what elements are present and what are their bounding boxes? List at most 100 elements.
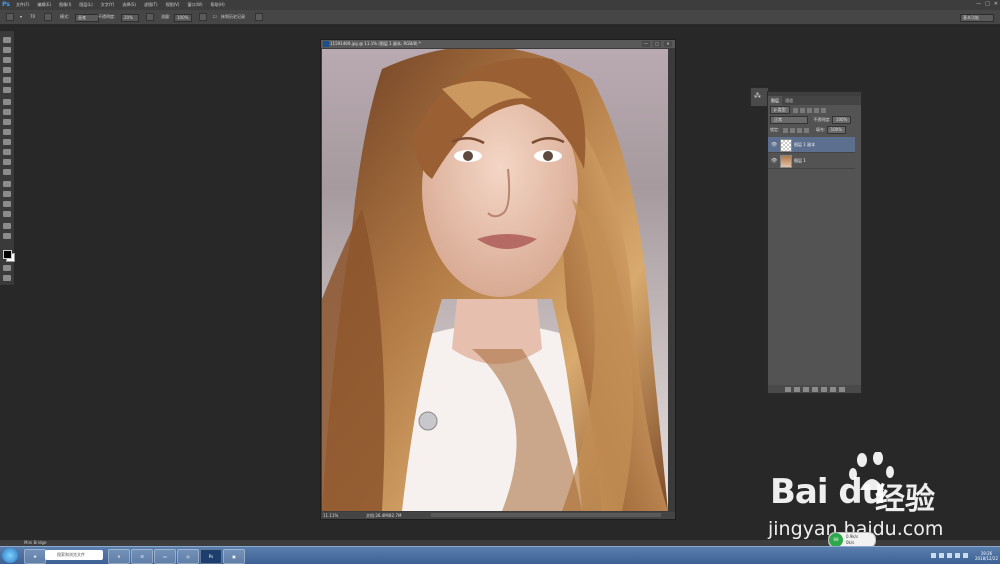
eraser-tool-icon[interactable] bbox=[3, 139, 11, 145]
layer-row-copy[interactable]: 👁 图层 1 副本 bbox=[768, 137, 855, 153]
tools-panel bbox=[0, 31, 15, 285]
taskbar-chat-icon[interactable]: ☰ bbox=[131, 549, 153, 564]
brush-tool-icon[interactable] bbox=[3, 109, 11, 115]
system-tray: 19:26 2018/12/22 bbox=[930, 547, 998, 564]
volume-icon[interactable] bbox=[962, 553, 968, 558]
lock-icons[interactable] bbox=[781, 127, 809, 133]
foreground-color-swatch[interactable] bbox=[3, 250, 12, 259]
pen-tool-icon[interactable] bbox=[3, 181, 11, 187]
close-button[interactable]: ✕ bbox=[994, 1, 998, 7]
pressure-opacity-icon[interactable] bbox=[146, 13, 154, 21]
layers-footer-toolbar bbox=[768, 385, 861, 393]
document-size-info[interactable]: 文档:26.4M/82.7M bbox=[366, 513, 401, 519]
clone-stamp-tool-icon[interactable] bbox=[3, 119, 11, 125]
taskbar-folder-icon[interactable]: ▭ bbox=[154, 549, 176, 564]
dodge-tool-icon[interactable] bbox=[3, 169, 11, 175]
menu-layer[interactable]: 图层(L) bbox=[75, 2, 96, 8]
healing-brush-tool-icon[interactable] bbox=[3, 99, 11, 105]
tray-icon[interactable] bbox=[938, 553, 944, 558]
taskbar-window-icon[interactable]: ▣ bbox=[223, 549, 245, 564]
zoom-tool-icon[interactable] bbox=[3, 233, 11, 239]
opacity-label: 不透明度: bbox=[98, 14, 116, 19]
taskbar-browser-icon[interactable]: ◎ bbox=[177, 549, 199, 564]
brush-panel-icon[interactable] bbox=[44, 13, 52, 21]
shape-tool-icon[interactable] bbox=[3, 211, 11, 217]
history-brush-tool-icon-side[interactable] bbox=[3, 129, 11, 135]
hand-tool-icon[interactable] bbox=[3, 223, 11, 229]
doc-maximize-button[interactable]: □ bbox=[653, 41, 661, 47]
menu-select[interactable]: 选择(S) bbox=[118, 2, 140, 8]
erase-to-history-checkbox[interactable]: ☐ bbox=[213, 13, 217, 21]
workspace-select[interactable]: 基本功能 bbox=[960, 14, 994, 22]
tray-icon[interactable] bbox=[946, 553, 952, 558]
document-titlebar[interactable]: 11591469.jpg @ 11.1% (图层 1 副本, RGB/8) * … bbox=[321, 40, 675, 48]
lock-row: 锁定: 填充: 100% bbox=[770, 126, 859, 134]
doc-close-button[interactable]: ✕ bbox=[664, 41, 672, 47]
history-brush-tool-icon[interactable] bbox=[6, 13, 14, 21]
visibility-eye-icon[interactable]: 👁 bbox=[771, 158, 777, 164]
quick-select-tool-icon[interactable] bbox=[3, 67, 11, 73]
filter-icons bbox=[791, 107, 827, 113]
taskbar-clock[interactable]: 19:26 2018/12/22 bbox=[975, 551, 998, 561]
delete-layer-icon[interactable] bbox=[838, 386, 845, 392]
quick-mask-icon[interactable] bbox=[3, 265, 11, 271]
taskbar-search-box[interactable]: 搜索和浏览文件 bbox=[45, 550, 103, 560]
type-tool-icon[interactable] bbox=[3, 191, 11, 197]
doc-minimize-button[interactable]: — bbox=[642, 41, 650, 47]
opacity-input[interactable]: 20% bbox=[121, 14, 139, 22]
horizontal-scrollbar[interactable] bbox=[431, 513, 661, 517]
windows-taskbar: ❖ 搜索和浏览文件 e ☰ ▭ ◎ Ps ▣ 19:26 2018/12/22 bbox=[0, 546, 1000, 564]
link-layers-icon[interactable] bbox=[784, 386, 791, 392]
path-select-tool-icon[interactable] bbox=[3, 201, 11, 207]
menu-edit[interactable]: 编辑(E) bbox=[33, 2, 55, 8]
start-button[interactable] bbox=[2, 548, 18, 563]
screen-mode-icon[interactable] bbox=[3, 275, 11, 281]
menu-help[interactable]: 帮助(H) bbox=[207, 2, 229, 8]
vertical-scrollbar[interactable] bbox=[669, 49, 675, 511]
image-canvas[interactable] bbox=[322, 49, 668, 511]
menu-file[interactable]: 文件(F) bbox=[12, 2, 33, 8]
gradient-tool-icon[interactable] bbox=[3, 149, 11, 155]
taskbar-photoshop-icon[interactable]: Ps bbox=[200, 549, 222, 564]
move-tool-icon[interactable] bbox=[3, 37, 11, 43]
lasso-tool-icon[interactable] bbox=[3, 57, 11, 63]
airbrush-icon[interactable] bbox=[199, 13, 207, 21]
new-group-icon[interactable] bbox=[820, 386, 827, 392]
tray-icon[interactable] bbox=[954, 553, 960, 558]
menu-filter[interactable]: 滤镜(T) bbox=[140, 2, 162, 8]
maximize-button[interactable]: □ bbox=[985, 1, 990, 7]
brush-preset-picker[interactable]: ▾ bbox=[20, 13, 22, 21]
tab-layers[interactable]: 图层 bbox=[768, 96, 782, 105]
jingyan-text: 经验 bbox=[875, 482, 935, 517]
tray-icon[interactable] bbox=[930, 553, 936, 558]
marquee-tool-icon[interactable] bbox=[3, 47, 11, 53]
flow-input[interactable]: 100% bbox=[174, 14, 192, 22]
menu-window[interactable]: 窗口(W) bbox=[183, 2, 206, 8]
taskbar-app-icon[interactable]: ❖ bbox=[24, 549, 46, 564]
eyedropper-tool-icon[interactable] bbox=[3, 87, 11, 93]
crop-tool-icon[interactable] bbox=[3, 77, 11, 83]
layer-row-base[interactable]: 👁 图层 1 bbox=[768, 153, 855, 169]
baidu-logo-text: Bai du bbox=[770, 472, 886, 512]
taskbar-ie-icon[interactable]: e bbox=[108, 549, 130, 564]
tab-channels[interactable]: 通道 bbox=[782, 96, 796, 105]
layer-style-icon[interactable] bbox=[793, 386, 800, 392]
layer-fill-input[interactable]: 100% bbox=[826, 126, 846, 134]
blur-tool-icon[interactable] bbox=[3, 159, 11, 165]
adjustment-layer-icon[interactable] bbox=[811, 386, 818, 392]
pressure-size-icon[interactable] bbox=[255, 13, 263, 21]
mode-select[interactable]: 画笔 bbox=[75, 14, 99, 22]
visibility-eye-icon[interactable]: 👁 bbox=[771, 142, 777, 148]
mini-bridge-tab[interactable]: Mini Bridge bbox=[24, 540, 47, 545]
add-mask-icon[interactable] bbox=[802, 386, 809, 392]
zoom-level[interactable]: 11.11% bbox=[323, 513, 338, 518]
layer-opacity-input[interactable]: 100% bbox=[831, 116, 852, 124]
menu-type[interactable]: 文字(Y) bbox=[97, 2, 119, 8]
minimize-button[interactable]: — bbox=[976, 1, 981, 7]
layer-filter-select[interactable]: ρ 类型 bbox=[770, 106, 790, 114]
menu-image[interactable]: 图像(I) bbox=[55, 2, 75, 8]
blend-mode-select[interactable]: 正常 bbox=[770, 116, 808, 124]
brush-size-value[interactable]: 70 bbox=[30, 13, 35, 21]
new-layer-icon[interactable] bbox=[829, 386, 836, 392]
menu-view[interactable]: 视图(V) bbox=[162, 2, 184, 8]
